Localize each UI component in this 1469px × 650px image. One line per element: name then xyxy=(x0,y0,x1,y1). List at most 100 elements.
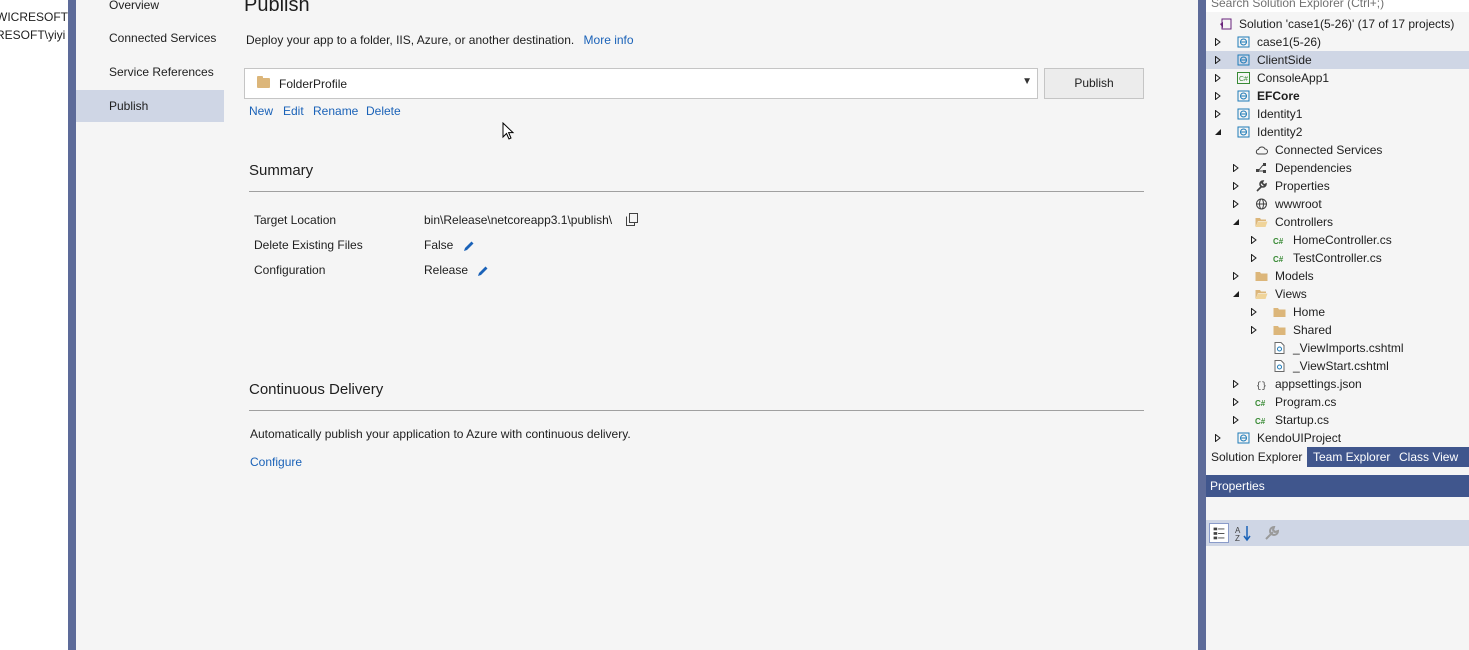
csharp-file-icon: C# xyxy=(1273,255,1284,264)
tree-item[interactable]: Connected Services xyxy=(1206,141,1469,159)
copy-icon[interactable] xyxy=(626,213,638,226)
tree-item-label: TestController.cs xyxy=(1293,251,1382,265)
tree-item[interactable]: Views xyxy=(1206,285,1469,303)
web-project-icon xyxy=(1237,54,1250,66)
tree-item-label: Dependencies xyxy=(1275,161,1352,175)
delete-profile-link[interactable]: Delete xyxy=(366,104,401,118)
pencil-icon[interactable] xyxy=(477,265,489,277)
publish-button[interactable]: Publish xyxy=(1044,68,1144,99)
tree-item[interactable]: Shared xyxy=(1206,321,1469,339)
tree-item[interactable]: C# Program.cs xyxy=(1206,393,1469,411)
expanded-arrow-icon[interactable] xyxy=(1233,290,1239,298)
dependencies-icon xyxy=(1256,163,1266,173)
collapsed-arrow-icon[interactable] xyxy=(1233,416,1239,424)
alphabetical-icon[interactable]: A Z xyxy=(1233,523,1253,543)
collapsed-arrow-icon[interactable] xyxy=(1233,182,1239,190)
tree-item[interactable]: case1(5-26) xyxy=(1206,33,1469,51)
collapsed-arrow-icon[interactable] xyxy=(1215,74,1221,82)
collapsed-arrow-icon[interactable] xyxy=(1251,254,1257,262)
collapsed-arrow-icon[interactable] xyxy=(1215,56,1221,64)
tree-item[interactable]: ClientSide xyxy=(1206,51,1469,69)
continuous-delivery-divider xyxy=(249,410,1144,411)
tab-team-explorer[interactable]: Team Explorer xyxy=(1308,447,1395,467)
tab-class-view[interactable]: Class View xyxy=(1394,447,1463,467)
page-title: Publish xyxy=(244,0,310,16)
razor-file-icon xyxy=(1274,360,1285,372)
tree-item[interactable]: C# ConsoleApp1 xyxy=(1206,69,1469,87)
categorized-icon[interactable] xyxy=(1209,523,1229,543)
expanded-arrow-icon[interactable] xyxy=(1233,218,1239,226)
new-profile-link[interactable]: New xyxy=(249,104,273,118)
tree-item[interactable]: KendoUIProject xyxy=(1206,429,1469,447)
profile-name: FolderProfile xyxy=(279,77,348,91)
tree-item-label: EFCore xyxy=(1257,89,1300,103)
tree-item[interactable]: C# Startup.cs xyxy=(1206,411,1469,429)
solution-icon xyxy=(1220,18,1232,30)
tree-item[interactable]: Home xyxy=(1206,303,1469,321)
collapsed-arrow-icon[interactable] xyxy=(1233,398,1239,406)
left-editor-strip: WICRESOFT\ RESOFT\yiyi xyxy=(0,0,68,650)
continuous-delivery-title: Continuous Delivery xyxy=(249,381,384,398)
solution-label: Solution 'case1(5-26)' (17 of 17 project… xyxy=(1239,17,1455,31)
tree-item[interactable]: _ViewStart.cshtml xyxy=(1206,357,1469,375)
edit-profile-link[interactable]: Edit xyxy=(283,104,304,118)
collapsed-arrow-icon[interactable] xyxy=(1215,92,1221,100)
collapsed-arrow-icon[interactable] xyxy=(1251,308,1257,316)
nav-item-overview[interactable]: Overview xyxy=(76,0,224,21)
solution-search-input[interactable]: Search Solution Explorer (Ctrl+;) xyxy=(1206,0,1469,12)
tree-item[interactable]: wwwroot xyxy=(1206,195,1469,213)
pencil-icon[interactable] xyxy=(463,240,475,252)
tree-item[interactable]: Models xyxy=(1206,267,1469,285)
collapsed-arrow-icon[interactable] xyxy=(1215,434,1221,442)
tree-item[interactable]: Properties xyxy=(1206,177,1469,195)
tree-item-label: Shared xyxy=(1293,323,1332,337)
rename-profile-link[interactable]: Rename xyxy=(313,104,358,118)
nav-item-service-references[interactable]: Service References xyxy=(76,56,224,88)
properties-object-selector[interactable] xyxy=(1206,497,1469,519)
tree-item[interactable]: Identity2 xyxy=(1206,123,1469,141)
tree-item[interactable]: Dependencies xyxy=(1206,159,1469,177)
tree-item-label: HomeController.cs xyxy=(1293,233,1392,247)
web-project-icon xyxy=(1237,90,1250,102)
publish-profile-dropdown[interactable]: FolderProfile ▼ xyxy=(244,68,1038,99)
tree-item[interactable]: Controllers xyxy=(1206,213,1469,231)
collapsed-arrow-icon[interactable] xyxy=(1233,200,1239,208)
tree-item[interactable]: EFCore xyxy=(1206,87,1469,105)
csharp-project-icon: C# xyxy=(1237,72,1250,84)
tree-item[interactable]: C# TestController.cs xyxy=(1206,249,1469,267)
tree-item[interactable]: Identity1 xyxy=(1206,105,1469,123)
tree-item[interactable]: {} appsettings.json xyxy=(1206,375,1469,393)
folder-icon xyxy=(1255,272,1268,281)
tab-solution-explorer[interactable]: Solution Explorer xyxy=(1206,447,1308,467)
solution-root[interactable]: Solution 'case1(5-26)' (17 of 17 project… xyxy=(1206,15,1469,33)
collapsed-arrow-icon[interactable] xyxy=(1215,110,1221,118)
expanded-arrow-icon[interactable] xyxy=(1215,128,1221,136)
configure-link[interactable]: Configure xyxy=(250,455,302,469)
property-pages-icon[interactable] xyxy=(1262,523,1282,543)
page-description-text: Deploy your app to a folder, IIS, Azure,… xyxy=(246,33,575,47)
window-divider xyxy=(68,0,76,650)
target-location-value: bin\Release\netcoreapp3.1\publish\ xyxy=(424,213,613,227)
folder-open-icon xyxy=(1255,218,1268,227)
svg-text:C#: C# xyxy=(1239,76,1248,83)
tree-item-label: Startup.cs xyxy=(1275,413,1330,427)
collapsed-arrow-icon[interactable] xyxy=(1233,164,1239,172)
web-project-icon xyxy=(1237,36,1250,48)
solution-explorer-panel: Search Solution Explorer (Ctrl+;) Soluti… xyxy=(1206,0,1469,650)
summary-divider xyxy=(249,191,1144,192)
collapsed-arrow-icon[interactable] xyxy=(1251,236,1257,244)
svg-text:C#: C# xyxy=(1273,237,1284,246)
collapsed-arrow-icon[interactable] xyxy=(1233,380,1239,388)
collapsed-arrow-icon[interactable] xyxy=(1215,38,1221,46)
tree-item-label: Identity1 xyxy=(1257,107,1303,121)
tree-item[interactable]: C# HomeController.cs xyxy=(1206,231,1469,249)
publish-page: Overview Connected Services Service Refe… xyxy=(76,0,1198,650)
collapsed-arrow-icon[interactable] xyxy=(1251,326,1257,334)
nav-item-connected-services[interactable]: Connected Services xyxy=(76,22,224,54)
delete-existing-files-value: False xyxy=(424,238,454,252)
tree-item[interactable]: _ViewImports.cshtml xyxy=(1206,339,1469,357)
nav-item-publish[interactable]: Publish xyxy=(76,90,224,122)
tree-item-label: Views xyxy=(1275,287,1307,301)
collapsed-arrow-icon[interactable] xyxy=(1233,272,1239,280)
more-info-link[interactable]: More info xyxy=(584,33,634,47)
